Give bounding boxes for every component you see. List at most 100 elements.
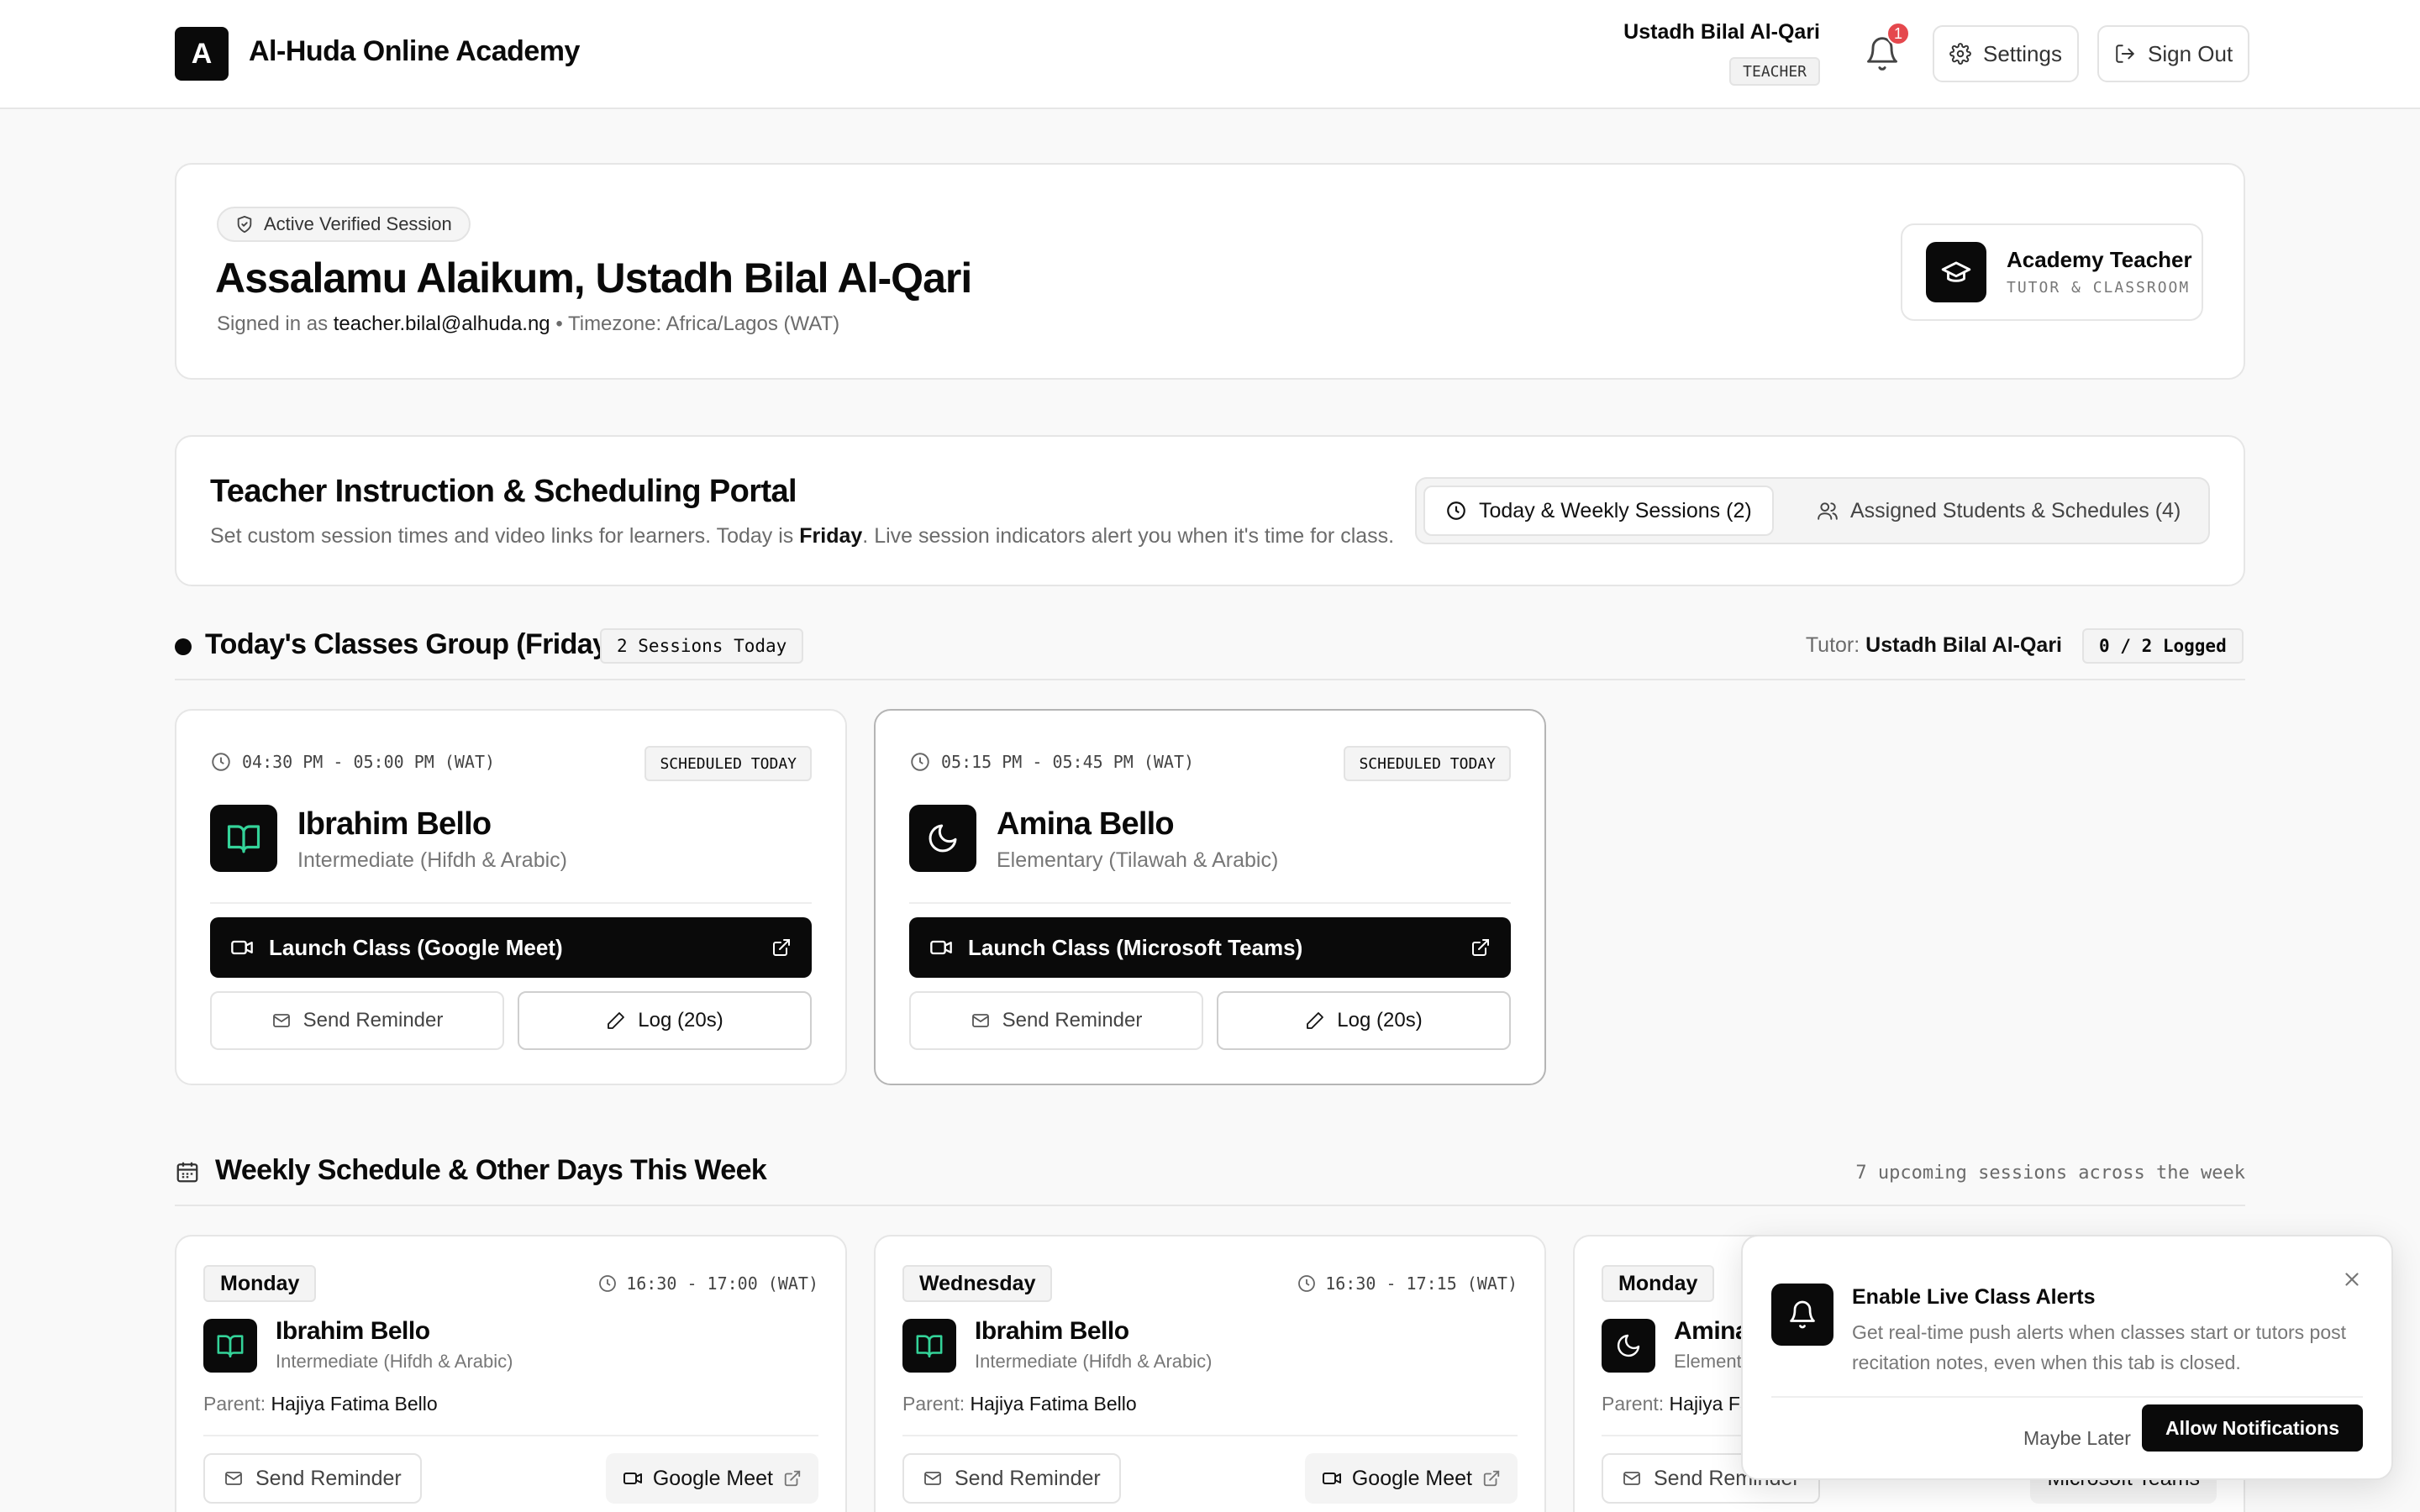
- today-section-divider: [175, 679, 2245, 680]
- portal-subtitle-a: Set custom session times and video links…: [210, 524, 794, 548]
- settings-label: Settings: [1983, 40, 2062, 66]
- portal-subtitle: Set custom session times and video links…: [210, 524, 1394, 549]
- student-avatar: [210, 805, 277, 872]
- app-title[interactable]: Al-Huda Online Academy: [249, 35, 580, 68]
- parent-label: Parent:: [1602, 1393, 1665, 1415]
- close-toast-button[interactable]: [2341, 1268, 2363, 1290]
- meeting-link-button[interactable]: Google Meet: [1304, 1453, 1518, 1504]
- sign-out-label: Sign Out: [2148, 40, 2233, 66]
- notification-count-badge: 1: [1886, 22, 1910, 45]
- portal-today-day: Friday: [799, 524, 863, 548]
- enable-alerts-toast: Enable Live Class Alerts Get real-time p…: [1741, 1235, 2393, 1480]
- log-session-label: Log (20s): [638, 1009, 723, 1032]
- logged-count-tag: 0 / 2 Logged: [2082, 628, 2244, 664]
- live-dot-icon: [175, 638, 192, 655]
- today-class-card: 04:30 PM - 05:00 PM (WAT) SCHEDULED TODA…: [175, 709, 847, 1085]
- greeting-heading: Assalamu Alaikum, Ustadh Bilal Al-Qari: [215, 255, 972, 302]
- tab-today-label: Today & Weekly Sessions (2): [1479, 498, 1752, 522]
- app-logo[interactable]: A: [175, 27, 229, 81]
- log-out-icon: [2116, 45, 2134, 63]
- portal-subtitle-b: . Live session indicators alert you when…: [862, 524, 1395, 548]
- graduation-cap-icon: [1941, 261, 1971, 282]
- today-class-card: 05:15 PM - 05:45 PM (WAT) SCHEDULED TODA…: [874, 709, 1546, 1085]
- maybe-later-button[interactable]: Maybe Later: [2003, 1415, 2151, 1462]
- log-session-button[interactable]: Log (20s): [518, 991, 812, 1050]
- scheduled-status-tag: SCHEDULED TODAY: [644, 746, 812, 781]
- weekly-section-divider: [175, 1205, 2245, 1206]
- send-reminder-label: Send Reminder: [302, 1009, 444, 1032]
- weekly-session-card: Wednesday 16:30 - 17:15 (WAT) Ibrahim Be…: [874, 1235, 1546, 1512]
- tab-assigned-students[interactable]: Assigned Students & Schedules (4): [1797, 486, 2201, 536]
- mail-icon: [272, 1014, 290, 1027]
- clock-icon: [1447, 501, 1465, 520]
- parent-info: Parent: Hajiya Fa: [1602, 1393, 1751, 1415]
- meeting-link-label: Google Meet: [652, 1466, 773, 1490]
- send-reminder-label: Send Reminder: [1002, 1009, 1143, 1032]
- toast-icon-box: [1771, 1284, 1833, 1346]
- send-reminder-button[interactable]: Send Reminder: [909, 991, 1203, 1050]
- student-level: Intermediate (Hifdh & Arabic): [975, 1351, 1213, 1372]
- log-session-button[interactable]: Log (20s): [1217, 991, 1511, 1050]
- student-avatar: [1602, 1319, 1655, 1373]
- parent-name: Hajiya Fa: [1669, 1393, 1751, 1415]
- student-name: Ibrahim Bello: [975, 1317, 1129, 1345]
- moon-icon: [929, 824, 957, 853]
- users-icon: [1818, 502, 1838, 520]
- settings-button[interactable]: Settings: [1933, 25, 2079, 82]
- signed-in-line: Signed in as teacher.bilal@alhuda.ng • T…: [217, 312, 839, 336]
- parent-name: Hajiya Fatima Bello: [970, 1393, 1137, 1415]
- day-tag: Monday: [203, 1265, 317, 1302]
- card-divider: [210, 902, 812, 904]
- sessions-today-tag: 2 Sessions Today: [600, 628, 804, 664]
- user-email: teacher.bilal@alhuda.ng: [333, 312, 550, 335]
- student-name: Ibrahim Bello: [276, 1317, 430, 1345]
- clock-icon: [1298, 1275, 1316, 1292]
- video-icon: [1322, 1473, 1341, 1484]
- external-link-icon: [1472, 939, 1489, 956]
- verified-session-label: Active Verified Session: [264, 213, 452, 234]
- launch-class-button[interactable]: Launch Class (Microsoft Teams): [909, 917, 1511, 978]
- meeting-link-label: Google Meet: [1351, 1466, 1472, 1490]
- weekly-session-card: Monday 16:30 - 17:00 (WAT) Ibrahim Bello…: [175, 1235, 847, 1512]
- student-level: Intermediate (Hifdh & Arabic): [276, 1351, 513, 1372]
- class-time-text: 04:30 PM - 05:00 PM (WAT): [242, 752, 496, 772]
- role-title: Academy Teacher: [2007, 247, 2192, 272]
- class-time: 04:30 PM - 05:00 PM (WAT): [210, 751, 495, 773]
- send-reminder-button[interactable]: Send Reminder: [902, 1453, 1121, 1504]
- launch-class-label: Launch Class (Microsoft Teams): [968, 934, 1303, 960]
- book-open-icon: [916, 1335, 943, 1358]
- parent-info: Parent: Hajiya Fatima Bello: [203, 1393, 438, 1415]
- mail-icon: [225, 1472, 242, 1485]
- book-open-icon: [227, 825, 260, 853]
- toast-title: Enable Live Class Alerts: [1852, 1285, 2096, 1309]
- tab-students-label: Assigned Students & Schedules (4): [1850, 498, 2181, 522]
- card-divider: [909, 902, 1511, 904]
- sign-out-button[interactable]: Sign Out: [2097, 25, 2250, 82]
- toast-body: Get real-time push alerts when classes s…: [1852, 1321, 2347, 1373]
- parent-info: Parent: Hajiya Fatima Bello: [902, 1393, 1137, 1415]
- card-divider: [203, 1435, 818, 1436]
- pencil-icon: [608, 1012, 625, 1029]
- meeting-link-button[interactable]: Google Meet: [605, 1453, 818, 1504]
- session-time: 16:30 - 17:15 (WAT): [1297, 1273, 1518, 1294]
- video-icon: [623, 1473, 642, 1484]
- calendar-icon: [176, 1162, 198, 1183]
- allow-notifications-button[interactable]: Allow Notifications: [2142, 1404, 2363, 1452]
- student-name: Ibrahim Bello: [297, 806, 492, 842]
- parent-label: Parent:: [902, 1393, 965, 1415]
- send-reminder-button[interactable]: Send Reminder: [203, 1453, 422, 1504]
- today-classes-heading: Today's Classes Group (Friday): [205, 628, 618, 660]
- external-link-icon: [1483, 1470, 1500, 1487]
- timezone-text: • Timezone: Africa/Lagos (WAT): [555, 312, 840, 335]
- launch-class-button[interactable]: Launch Class (Google Meet): [210, 917, 812, 978]
- toast-divider: [1771, 1396, 2363, 1398]
- send-reminder-button[interactable]: Send Reminder: [210, 991, 504, 1050]
- tab-today-weekly-sessions[interactable]: Today & Weekly Sessions (2): [1423, 486, 1774, 536]
- role-badge: TEACHER: [1729, 57, 1820, 86]
- moon-icon: [1617, 1334, 1640, 1357]
- student-level: Elementary (Tilawah & Arabic): [997, 848, 1279, 872]
- log-session-label: Log (20s): [1337, 1009, 1423, 1032]
- clock-icon: [212, 753, 230, 771]
- portal-tabs: Today & Weekly Sessions (2) Assigned Stu…: [1415, 477, 2210, 544]
- video-icon: [231, 940, 253, 955]
